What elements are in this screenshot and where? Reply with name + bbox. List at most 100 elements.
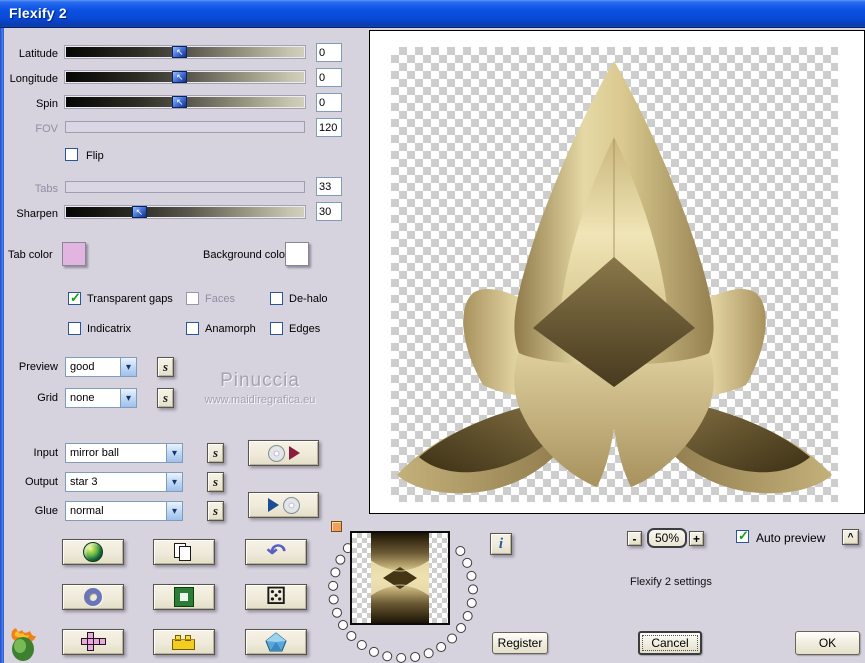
- output-combo-value: star 3: [70, 476, 98, 488]
- grid-s-button[interactable]: s: [157, 388, 174, 408]
- flexify2-dialog: Flexify 2 Latitude ↖ Longitude ↖ Spin ↖ …: [0, 0, 865, 663]
- flaming-pear-icon: [11, 628, 36, 661]
- preview-combo[interactable]: good ▾: [65, 357, 137, 377]
- output-s-button[interactable]: s: [207, 472, 224, 492]
- cube-net-icon: [81, 632, 106, 651]
- square-frame-icon: [175, 588, 193, 606]
- load-settings-button[interactable]: [248, 492, 319, 518]
- globe-icon: [83, 542, 103, 562]
- sharpen-label: Sharpen: [16, 208, 58, 220]
- cd-disc-icon: [282, 496, 300, 514]
- preview-combo-label: Preview: [18, 361, 58, 373]
- spin-slider-thumb[interactable]: ↖: [172, 96, 188, 108]
- preset-current-marker[interactable]: [331, 521, 342, 532]
- zoom-in-button[interactable]: +: [689, 531, 704, 546]
- output-combo-label: Output: [24, 476, 58, 488]
- flaming-pear-logo[interactable]: [6, 626, 42, 662]
- fov-slider: [65, 121, 305, 133]
- watermark-url: www.maidiregrafica.eu: [204, 394, 316, 406]
- output-combo[interactable]: star 3 ▾: [65, 472, 183, 492]
- flip-label: Flip: [86, 150, 104, 162]
- lego-button[interactable]: [153, 629, 215, 655]
- chevron-down-icon[interactable]: ▾: [166, 502, 182, 520]
- chevron-down-icon[interactable]: ▾: [166, 473, 182, 491]
- window-titlebar[interactable]: Flexify 2: [0, 0, 865, 28]
- randomize-button[interactable]: ⚄: [245, 584, 307, 610]
- watermark-name: Pinuccia: [220, 370, 300, 391]
- preview-panel: [369, 30, 865, 514]
- glue-combo-value: normal: [70, 505, 104, 517]
- ok-button[interactable]: OK: [795, 631, 860, 655]
- chevron-down-icon[interactable]: ▾: [120, 389, 136, 407]
- info-button[interactable]: i: [490, 533, 512, 555]
- latitude-slider-thumb[interactable]: ↖: [172, 46, 188, 58]
- chevron-down-icon[interactable]: ▾: [166, 444, 182, 462]
- copy-button[interactable]: [153, 539, 215, 565]
- indicatrix-checkbox[interactable]: [68, 322, 81, 335]
- latitude-slider[interactable]: ↖: [65, 46, 305, 58]
- sharpen-slider-thumb[interactable]: ↖: [131, 206, 147, 218]
- anamorph-checkbox[interactable]: [186, 322, 199, 335]
- dehalo-label: De-halo: [289, 293, 328, 305]
- dice-icon: ⚄: [265, 583, 287, 610]
- grid-combo-label: Grid: [37, 392, 58, 404]
- settings-status-text: Flexify 2 settings: [630, 576, 712, 588]
- tab-color-label: Tab color: [8, 249, 53, 261]
- preview-canvas[interactable]: [391, 47, 838, 502]
- settings-thumbnail[interactable]: [350, 531, 450, 625]
- longitude-label: Longitude: [9, 73, 58, 85]
- input-combo-label: Input: [33, 447, 58, 459]
- cd-disc-icon: [267, 444, 285, 462]
- background-color-swatch[interactable]: [285, 242, 309, 266]
- checkmark-icon: ✓: [70, 290, 81, 305]
- auto-preview-checkbox[interactable]: ✓: [736, 529, 749, 543]
- flip-checkbox[interactable]: [65, 148, 78, 161]
- undo-arrow-icon: ↶: [266, 541, 286, 563]
- spin-label: Spin: [35, 98, 58, 110]
- sharpen-value-input[interactable]: [316, 202, 342, 221]
- chevron-down-icon[interactable]: ▾: [120, 358, 136, 376]
- edges-label: Edges: [289, 323, 321, 335]
- sharpen-slider[interactable]: ↖: [65, 206, 305, 218]
- indicatrix-label: Indicatrix: [87, 323, 132, 335]
- brick-icon: [172, 634, 195, 650]
- glue-combo[interactable]: normal ▾: [65, 501, 183, 521]
- zoom-level[interactable]: 50%: [647, 528, 687, 548]
- torus-button[interactable]: [62, 584, 124, 610]
- cancel-button[interactable]: Cancel: [638, 631, 702, 655]
- blue-play-arrow-icon: [267, 498, 279, 512]
- grid-combo-value: none: [70, 392, 95, 404]
- save-settings-button[interactable]: [248, 440, 319, 466]
- latitude-value-input[interactable]: [316, 43, 342, 62]
- longitude-slider-thumb[interactable]: ↖: [172, 71, 188, 83]
- transparent-gaps-checkbox[interactable]: ✓: [68, 290, 81, 305]
- tabs-label: Tabs: [34, 183, 58, 195]
- reset-globe-button[interactable]: [62, 539, 124, 565]
- input-combo[interactable]: mirror ball ▾: [65, 443, 183, 463]
- polyhedron-button[interactable]: [245, 629, 307, 655]
- red-play-arrow-icon: [288, 446, 300, 460]
- ring-icon: [84, 588, 102, 606]
- glue-s-button[interactable]: s: [207, 501, 224, 521]
- preview-combo-value: good: [70, 361, 95, 373]
- frame-button[interactable]: [153, 584, 215, 610]
- input-s-button[interactable]: s: [207, 443, 224, 463]
- fov-value-input[interactable]: [316, 118, 342, 137]
- spin-value-input[interactable]: [316, 93, 342, 112]
- tab-color-swatch[interactable]: [62, 242, 86, 266]
- unfold-button[interactable]: [62, 629, 124, 655]
- transparent-gaps-label: Transparent gaps: [87, 293, 173, 305]
- preview-s-button[interactable]: s: [157, 357, 174, 377]
- background-color-label: Background color: [203, 249, 289, 261]
- grid-combo[interactable]: none ▾: [65, 388, 137, 408]
- spin-slider[interactable]: ↖: [65, 96, 305, 108]
- longitude-slider[interactable]: ↖: [65, 71, 305, 83]
- register-button[interactable]: Register: [492, 632, 548, 654]
- zoom-out-button[interactable]: -: [627, 531, 642, 546]
- dehalo-checkbox[interactable]: [270, 292, 283, 305]
- collapse-button[interactable]: ^: [842, 529, 859, 545]
- tabs-value-input[interactable]: [316, 177, 342, 196]
- edges-checkbox[interactable]: [270, 322, 283, 335]
- undo-button[interactable]: ↶: [245, 539, 307, 565]
- longitude-value-input[interactable]: [316, 68, 342, 87]
